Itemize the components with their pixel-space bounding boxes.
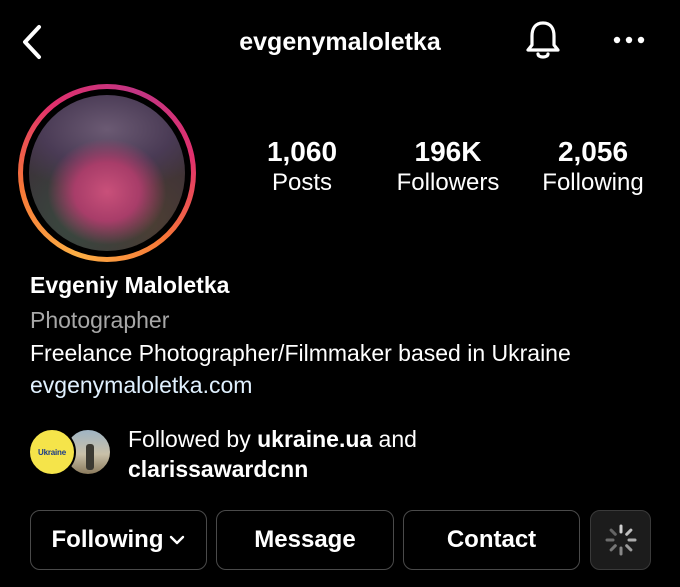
contact-button-label: Contact	[446, 526, 537, 553]
avatar-photo	[29, 95, 185, 251]
followed-by-user-2[interactable]: clarissawardcnn	[128, 456, 308, 482]
following-button-label: Following	[51, 526, 164, 553]
avatar-person-figure	[86, 444, 94, 470]
followed-by-joiner: and	[372, 426, 417, 452]
stat-following[interactable]: 2,056 Following	[530, 136, 656, 198]
message-button-label: Message	[254, 526, 356, 553]
more-options-button[interactable]	[604, 22, 654, 58]
loading-spinner-icon	[605, 524, 636, 556]
suggested-accounts-button[interactable]	[590, 510, 651, 570]
chevron-down-icon	[169, 535, 185, 545]
followers-count: 196K	[414, 136, 482, 167]
profile-category: Photographer	[30, 307, 170, 333]
profile-full-name: Evgeniy Maloletka	[30, 272, 230, 298]
more-horizontal-icon	[613, 36, 645, 44]
profile-username: evgenymaloletka	[239, 28, 441, 56]
profile-website-link[interactable]: evgenymaloletka.com	[30, 370, 252, 400]
profile-avatar[interactable]	[18, 84, 196, 262]
back-button[interactable]	[12, 20, 52, 64]
posts-count: 1,060	[266, 136, 338, 167]
notifications-button[interactable]	[520, 16, 566, 66]
ukraine-logo-text: Ukraine	[38, 447, 66, 457]
followed-by-avatar-ukraine[interactable]: Ukraine	[28, 428, 76, 476]
message-button[interactable]: Message	[216, 510, 394, 570]
stat-posts[interactable]: 1,060 Posts	[242, 136, 362, 198]
followers-label: Followers	[396, 169, 500, 196]
bell-icon	[526, 21, 560, 59]
stat-followers[interactable]: 196K Followers	[386, 136, 510, 198]
followed-by-user-1[interactable]: ukraine.ua	[257, 426, 372, 452]
posts-label: Posts	[271, 169, 333, 196]
followed-by-text[interactable]: Followed by ukraine.ua and clarissawardc…	[128, 424, 417, 484]
chevron-left-icon	[23, 25, 41, 59]
following-count: 2,056	[557, 136, 629, 167]
profile-bio: Freelance Photographer/Filmmaker based i…	[30, 340, 571, 366]
followed-by-prefix: Followed by	[128, 426, 258, 452]
following-label: Following	[542, 169, 644, 196]
following-button[interactable]: Following	[30, 510, 207, 570]
contact-button[interactable]: Contact	[403, 510, 580, 570]
